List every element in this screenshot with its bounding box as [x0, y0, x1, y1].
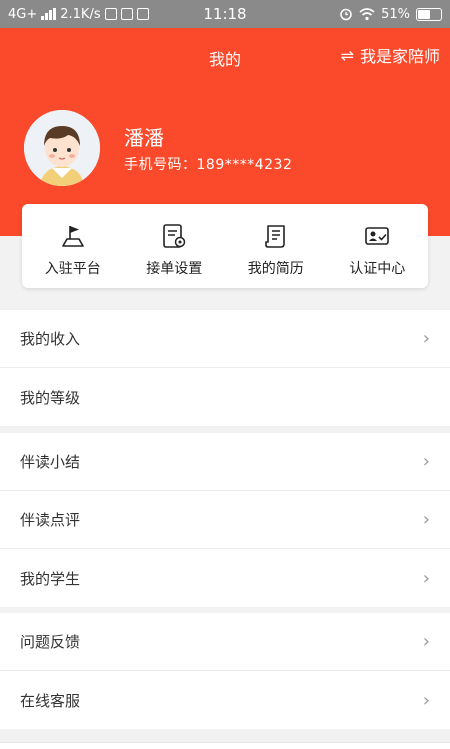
quick-action-label: 入驻平台 [44, 261, 101, 277]
chevron-right-icon: › [422, 451, 430, 472]
swap-icon: ⇌ [340, 45, 354, 65]
avatar[interactable] [24, 110, 100, 186]
menu-item-my-income[interactable]: 我的收入 › [0, 310, 450, 368]
bottom-tab-bar [0, 742, 450, 749]
chevron-right-icon: › [422, 689, 430, 711]
quick-action-my-resume[interactable]: 我的简历 [225, 204, 327, 288]
menu-group-reading: 伴读小结 › 伴读点评 › 我的学生 › [0, 433, 450, 607]
switch-role-label: 我是家陪师 [359, 47, 440, 66]
menu-item-label: 问题反馈 [20, 633, 81, 651]
battery-icon [416, 7, 442, 21]
menu-group-income: 我的收入 › 我的等级 [0, 310, 450, 426]
menu-item-label: 我的收入 [20, 330, 81, 348]
menu-item-label: 伴读点评 [20, 511, 81, 529]
chevron-right-icon: › [422, 328, 430, 349]
quick-actions-card: 入驻平台 接单设置 我的简历 认证中心 [22, 204, 428, 288]
menu-item-reading-summary[interactable]: 伴读小结 › [0, 433, 450, 491]
quick-action-order-settings[interactable]: 接单设置 [124, 204, 226, 288]
menu-item-feedback[interactable]: 问题反馈 › [0, 613, 450, 671]
quick-action-join-platform[interactable]: 入驻平台 [22, 204, 124, 288]
menu-item-online-service[interactable]: 在线客服 › [0, 671, 450, 729]
menu-item-label: 在线客服 [20, 691, 81, 710]
chevron-right-icon: › [422, 631, 430, 652]
user-phone: 手机号码：189****4232 [124, 157, 293, 173]
quick-action-label: 认证中心 [349, 261, 406, 277]
menu-item-label: 我的学生 [20, 569, 81, 588]
flag-icon [61, 226, 84, 247]
quick-action-label: 接单设置 [146, 261, 203, 277]
menu-item-label: 伴读小结 [20, 453, 81, 471]
menu-item-my-students[interactable]: 我的学生 › [0, 549, 450, 607]
order-settings-icon [163, 224, 186, 248]
status-bar: 4G+ 2.1K/s 11:18 51% [0, 0, 450, 28]
clock: 11:18 [203, 5, 247, 23]
resume-icon [264, 225, 285, 248]
quick-action-certification[interactable]: 认证中心 [327, 204, 429, 288]
avatar-illustration [24, 110, 100, 186]
id-card-check-icon [365, 227, 390, 245]
quick-action-label: 我的简历 [247, 261, 304, 277]
menu-item-label: 我的等级 [20, 388, 81, 407]
chevron-right-icon: › [422, 509, 430, 530]
menu-group-support: 问题反馈 › 在线客服 › [0, 613, 450, 729]
user-name: 潘潘 [124, 126, 164, 150]
menu-item-my-level[interactable]: 我的等级 [0, 368, 450, 426]
switch-role-button[interactable]: ⇌ 我是家陪师 [341, 43, 440, 67]
chevron-right-icon: › [422, 567, 430, 589]
menu-item-reading-review[interactable]: 伴读点评 › [0, 491, 450, 549]
